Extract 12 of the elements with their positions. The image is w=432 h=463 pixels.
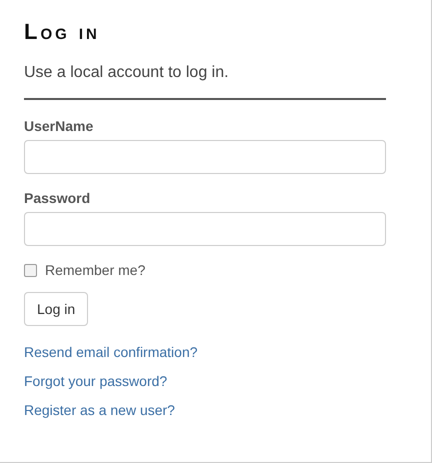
input-field[interactable] xyxy=(24,140,386,174)
field-label: Password xyxy=(24,190,90,206)
field-label: UserName xyxy=(24,118,94,134)
page-title: Log in xyxy=(24,18,100,46)
link[interactable]: Resend email confirmation? xyxy=(24,344,198,360)
login-button[interactable]: Log in xyxy=(24,292,88,326)
link[interactable]: Register as a new user? xyxy=(24,402,175,418)
checkbox[interactable] xyxy=(24,264,37,276)
input-field[interactable] xyxy=(24,212,386,246)
link[interactable]: Forgot your password? xyxy=(24,373,168,389)
checkbox-label: Remember me? xyxy=(45,262,146,278)
subtitle: Use a local account to log in. xyxy=(24,64,229,82)
